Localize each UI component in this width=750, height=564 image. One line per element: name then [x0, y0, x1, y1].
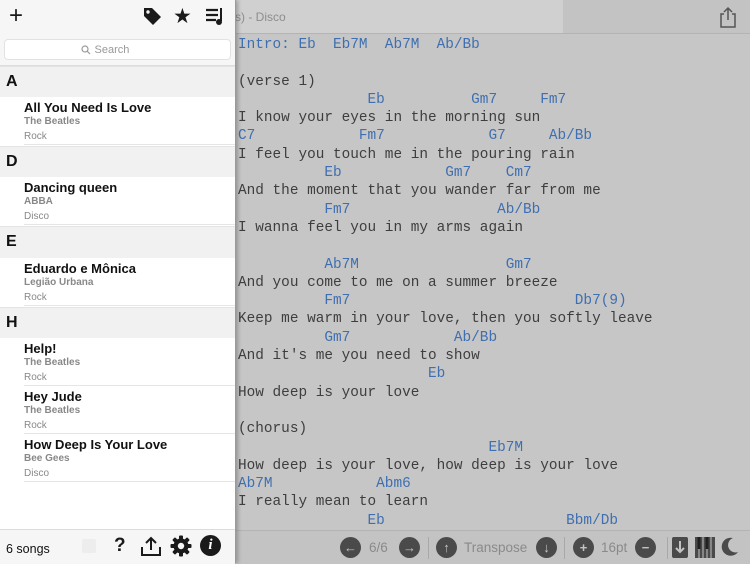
font-decrease-icon[interactable]: −: [635, 537, 656, 558]
playlist-icon[interactable]: [205, 7, 225, 26]
song-item-artist: The Beatles: [24, 116, 81, 127]
section-header-d: D: [0, 146, 235, 179]
page-indicator: 6/6: [369, 540, 388, 555]
section-letter: E: [6, 233, 17, 250]
section-letter: A: [6, 73, 18, 90]
section-header-e: E: [0, 226, 235, 259]
chord-line: C7 Fm7 G7 Ab/Bb: [238, 128, 593, 145]
search-field[interactable]: [4, 39, 231, 60]
toolbar-divider: [564, 537, 565, 559]
lyric-line: I feel you touch me in the pouring rain: [238, 146, 575, 163]
transpose-down-icon[interactable]: ↓: [536, 537, 557, 558]
song-item-artist: Bee Gees: [24, 453, 70, 464]
search-bar: [0, 34, 235, 66]
transpose-label: Transpose: [464, 540, 528, 555]
song-item-artist: Legião Urbana: [24, 277, 94, 288]
song-item-title: All You Need Is Love: [24, 100, 152, 115]
chord-line: Eb Gm7 Cm7: [238, 165, 532, 182]
chord-line: Eb: [238, 366, 446, 383]
section-letter: H: [6, 314, 18, 331]
font-increase-icon[interactable]: +: [573, 537, 594, 558]
tag-icon[interactable]: [143, 7, 162, 26]
song-item-genre: Rock: [24, 372, 47, 383]
song-item-artist: The Beatles: [24, 357, 81, 368]
song-item-genre: Rock: [24, 292, 47, 303]
song-item-genre: Rock: [24, 131, 47, 142]
section-header-h: H: [0, 307, 235, 340]
section-letter: D: [6, 153, 18, 170]
chord-line: Gm7 Ab/Bb: [238, 329, 498, 346]
chord-line: Ab7M Gm7: [238, 256, 532, 273]
star-icon[interactable]: ★: [173, 6, 192, 27]
export-icon[interactable]: [141, 536, 161, 556]
song-item-title: How Deep Is Your Love: [24, 437, 168, 452]
library-footer: 6 songs ? i: [0, 529, 235, 564]
song-viewer: s) - Disco Intro: Eb Eb7M Ab7M Ab/Bb (ve…: [235, 0, 750, 564]
search-input[interactable]: [94, 43, 155, 56]
lyric-line: I really mean to learn: [238, 494, 428, 511]
download-icon[interactable]: [672, 537, 688, 558]
toolbar-divider: [667, 537, 668, 559]
lyric-line: Keep me warm in your love, then you soft…: [238, 311, 653, 328]
lyric-line: How deep is your love: [238, 384, 420, 401]
song-list-item[interactable]: All You Need Is Love The Beatles Rock: [0, 97, 235, 145]
lyric-line: (chorus): [238, 421, 308, 438]
chord-line: Ab7M Abm6: [238, 476, 411, 493]
song-item-title: Dancing queen: [24, 180, 118, 195]
song-topbar: s) - Disco: [235, 0, 750, 34]
toolbar-divider: [428, 537, 429, 559]
lyric-line: (verse 1): [238, 73, 316, 90]
gear-icon[interactable]: [170, 535, 192, 557]
song-item-title: Hey Jude: [24, 389, 82, 404]
night-mode-icon[interactable]: [721, 537, 739, 557]
song-item-genre: Disco: [24, 211, 50, 222]
song-list-item[interactable]: Hey Jude The Beatles Rock: [0, 386, 235, 434]
info-icon[interactable]: i: [200, 535, 221, 556]
plus-icon[interactable]: +: [9, 2, 23, 30]
lyric-line: I wanna feel you in my arms again: [238, 219, 523, 236]
section-header-a: A: [0, 66, 235, 99]
song-list-item[interactable]: Eduardo e Mônica Legião Urbana Rock: [0, 258, 235, 306]
lyric-line: And it's me you need to show: [238, 348, 480, 365]
library-header: + ★: [0, 0, 235, 34]
help-icon[interactable]: ?: [114, 535, 126, 557]
prev-page-icon[interactable]: ←: [340, 537, 361, 558]
chord-line: Fm7 Ab/Bb: [238, 201, 541, 218]
song-title: s) - Disco: [235, 10, 286, 24]
song-list-item[interactable]: Help! The Beatles Rock: [0, 338, 235, 386]
disabled-icon: [82, 539, 96, 553]
lyric-line: I know your eyes in the morning sun: [238, 110, 541, 127]
chord-line: Eb7M: [238, 439, 523, 456]
song-item-title: Eduardo e Mônica: [24, 261, 136, 276]
song-item-genre: Disco: [24, 468, 50, 479]
piano-icon[interactable]: [695, 537, 715, 558]
song-list-item[interactable]: Dancing queen ABBA Disco: [0, 177, 235, 225]
next-page-icon[interactable]: →: [399, 537, 420, 558]
transpose-up-icon[interactable]: ↑: [436, 537, 457, 558]
song-count: 6 songs: [6, 542, 50, 556]
font-size-value: 16pt: [601, 540, 628, 555]
lyric-line: How deep is your love, how deep is your …: [238, 457, 618, 474]
chord-line: Eb Gm7 Fm7: [238, 91, 567, 108]
song-list-item[interactable]: How Deep Is Your Love Bee Gees Disco: [0, 434, 235, 482]
info-icon-glyph: i: [208, 537, 213, 553]
song-item-title: Help!: [24, 341, 57, 356]
song-item-artist: The Beatles: [24, 405, 81, 416]
lyric-line: And you come to me on a summer breeze: [238, 274, 558, 291]
search-icon: [80, 44, 90, 54]
song-sheet: Intro: Eb Eb7M Ab7M Ab/Bb (verse 1) Eb G…: [238, 36, 748, 530]
song-library-panel: + ★ A All You Need Is Love The Beatles R…: [0, 0, 236, 564]
chord-line: Fm7 Db7(9): [238, 293, 627, 310]
song-title-bar: s) - Disco: [235, 0, 563, 33]
song-toolbar: ← 6/6 → ↑ Transpose ↓ + 16pt −: [235, 530, 750, 564]
share-icon[interactable]: [718, 6, 738, 28]
song-item-artist: ABBA: [24, 196, 53, 207]
chord-line: Intro: Eb Eb7M Ab7M Ab/Bb: [238, 37, 480, 53]
chord-line: Eb Bbm/Db C7: [238, 512, 750, 529]
lyric-line: And the moment that you wander far from …: [238, 183, 601, 200]
song-item-genre: Rock: [24, 420, 47, 431]
